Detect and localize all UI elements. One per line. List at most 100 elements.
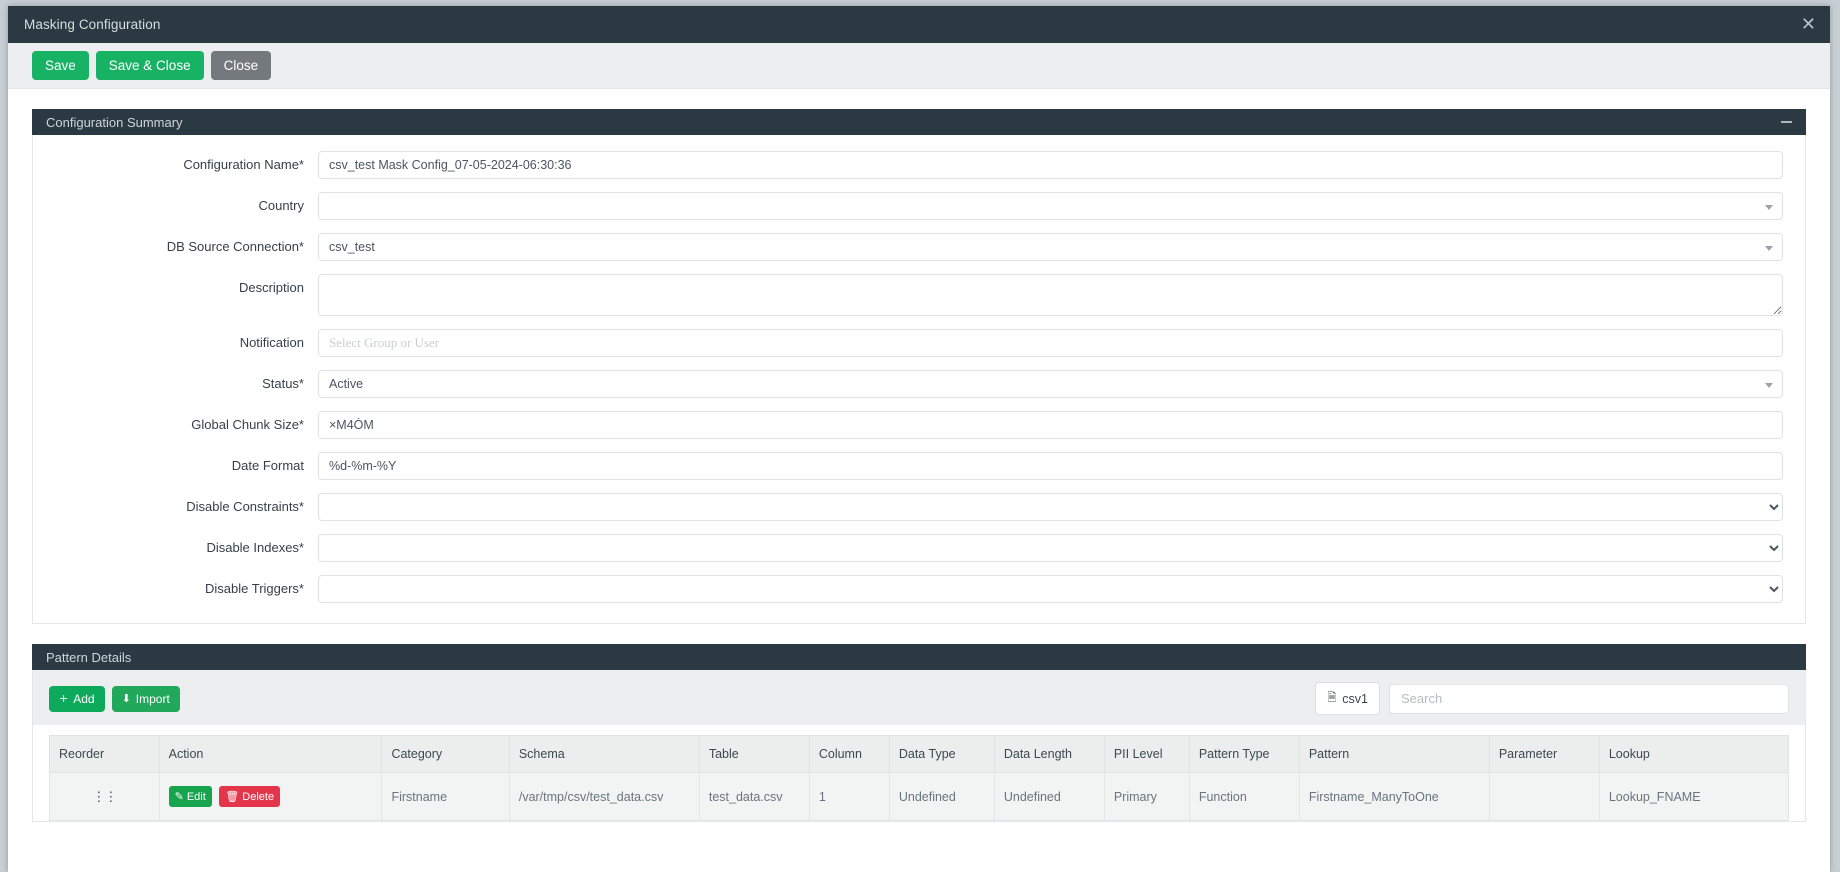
cell-data-type: Undefined [888, 772, 995, 821]
pattern-table: Reorder Action Category Schema Table Col… [49, 735, 1790, 821]
db-source-connection-select[interactable]: csv_test [318, 233, 1783, 261]
import-pattern-button[interactable]: ⬇ Import [111, 685, 180, 712]
disable-triggers-label: Disable Triggers* [205, 581, 304, 596]
status-selected-value: Active [329, 377, 364, 391]
add-pattern-label: Add [73, 691, 95, 706]
column-header-action[interactable]: Action [158, 735, 383, 773]
column-header-data-length[interactable]: Data Length [993, 735, 1105, 773]
cell-column: 1 [808, 772, 890, 821]
cell-schema: /var/tmp/csv/test_data.csv [508, 772, 700, 821]
column-header-lookup[interactable]: Lookup [1598, 735, 1790, 773]
file-csv-icon: 🗎 [1327, 691, 1337, 704]
field-row-status: Status* Active [33, 370, 1805, 398]
file-tab-label: csv1 [1342, 691, 1368, 706]
cell-parameter [1488, 772, 1600, 821]
pattern-details-body: + Add ⬇ Import 🗎 csv1 Search Reorder Act… [32, 670, 1806, 822]
db-source-connection-selected-value: csv_test [329, 240, 375, 254]
drag-handle-icon[interactable]: ⋮⋮ [92, 790, 117, 803]
column-header-reorder[interactable]: Reorder [49, 735, 160, 773]
cell-reorder: ⋮⋮ [49, 772, 160, 821]
disable-indexes-label: Disable Indexes* [206, 540, 304, 555]
notification-input[interactable] [318, 329, 1783, 357]
pattern-table-container: Reorder Action Category Schema Table Col… [33, 725, 1805, 821]
window-content: Configuration Summary Configuration Name… [8, 89, 1830, 872]
pattern-details-title: Pattern Details [46, 649, 132, 665]
pattern-details-toolbar: + Add ⬇ Import 🗎 csv1 [33, 670, 1805, 725]
status-label: Status* [262, 376, 304, 391]
search-input[interactable] [1389, 683, 1789, 714]
table-header-row: Reorder Action Category Schema Table Col… [49, 735, 1790, 773]
cell-pattern-type: Function [1188, 772, 1300, 821]
column-header-parameter[interactable]: Parameter [1488, 735, 1600, 773]
configuration-summary-body: Configuration Name* Country DB Source Co… [32, 135, 1806, 624]
cell-table: test_data.csv [698, 772, 810, 821]
configuration-summary-title: Configuration Summary [46, 114, 183, 130]
masking-configuration-window: Masking Configuration ✕ Save Save & Clos… [8, 6, 1830, 872]
pattern-details-toolbar-right: 🗎 csv1 [1315, 682, 1789, 715]
disable-constraints-label: Disable Constraints* [186, 499, 304, 514]
configuration-name-label: Configuration Name* [183, 157, 304, 172]
save-button[interactable]: Save [32, 50, 89, 81]
field-row-db-source-connection: DB Source Connection* csv_test [33, 233, 1805, 261]
delete-row-label: Delete [242, 790, 275, 803]
column-header-pattern[interactable]: Pattern [1298, 735, 1490, 773]
column-header-pii-level[interactable]: PII Level [1103, 735, 1190, 773]
column-header-data-type[interactable]: Data Type [888, 735, 995, 773]
cell-action: ✎ Edit 🗑 Delete [158, 772, 383, 821]
field-row-disable-constraints: Disable Constraints* [33, 493, 1805, 521]
country-select[interactable] [318, 192, 1783, 220]
import-pattern-label: Import [135, 691, 170, 706]
edit-row-label: Edit [186, 790, 206, 803]
form-action-toolbar: Save Save & Close Close [8, 43, 1830, 89]
plus-icon: + [59, 692, 69, 705]
column-header-schema[interactable]: Schema [508, 735, 700, 773]
cell-data-length: Undefined [993, 772, 1105, 821]
field-row-global-chunk-size: Global Chunk Size* [33, 411, 1805, 439]
field-row-country: Country [33, 192, 1805, 220]
cell-pattern: Firstname_ManyToOne [1298, 772, 1490, 821]
description-textarea[interactable] [318, 274, 1783, 316]
column-header-column[interactable]: Column [808, 735, 890, 773]
delete-row-button[interactable]: 🗑 Delete [219, 786, 281, 807]
edit-row-button[interactable]: ✎ Edit [168, 786, 212, 807]
pencil-icon: ✎ [174, 790, 184, 803]
field-row-description: Description [33, 274, 1805, 316]
close-icon[interactable]: ✕ [1801, 15, 1816, 34]
date-format-label: Date Format [231, 458, 304, 473]
minus-icon[interactable] [1781, 121, 1792, 123]
field-row-notification: Notification [33, 329, 1805, 357]
status-select[interactable]: Active [318, 370, 1783, 398]
configuration-name-input[interactable] [318, 151, 1783, 179]
cell-lookup: Lookup_FNAME [1598, 772, 1790, 821]
global-chunk-size-input[interactable] [318, 411, 1783, 439]
window-title: Masking Configuration [24, 17, 161, 32]
column-header-pattern-type[interactable]: Pattern Type [1188, 735, 1300, 773]
disable-indexes-select[interactable] [318, 534, 1783, 562]
configuration-summary-header[interactable]: Configuration Summary [32, 109, 1806, 135]
trash-icon: 🗑 [225, 790, 240, 803]
pattern-details-panel: Pattern Details + Add ⬇ Import 🗎 csv1 Se… [32, 644, 1806, 822]
file-tab-csv1[interactable]: 🗎 csv1 [1315, 682, 1380, 715]
save-and-close-button[interactable]: Save & Close [95, 50, 204, 81]
disable-constraints-select[interactable] [318, 493, 1783, 521]
field-row-configuration-name: Configuration Name* [33, 151, 1805, 179]
column-header-table[interactable]: Table [698, 735, 810, 773]
window-titlebar: Masking Configuration ✕ [8, 6, 1830, 43]
cell-category: Firstname [381, 772, 510, 821]
cell-pii-level: Primary [1103, 772, 1190, 821]
table-row: ⋮⋮ ✎ Edit 🗑 Delete Firstname /var/tmp/cs… [49, 772, 1790, 821]
disable-triggers-select[interactable] [318, 575, 1783, 603]
add-pattern-button[interactable]: + Add [49, 685, 105, 712]
configuration-summary-panel: Configuration Summary Configuration Name… [32, 109, 1806, 624]
field-row-disable-indexes: Disable Indexes* [33, 534, 1805, 562]
download-icon: ⬇ [121, 692, 131, 705]
date-format-input[interactable] [318, 452, 1783, 480]
pattern-details-header: Pattern Details [32, 644, 1806, 670]
global-chunk-size-label: Global Chunk Size* [191, 417, 304, 432]
country-label: Country [258, 198, 304, 213]
notification-label: Notification [239, 335, 304, 350]
column-header-category[interactable]: Category [381, 735, 510, 773]
description-label: Description [238, 280, 304, 295]
close-button[interactable]: Close [210, 50, 272, 81]
db-source-connection-label: DB Source Connection* [166, 239, 304, 254]
